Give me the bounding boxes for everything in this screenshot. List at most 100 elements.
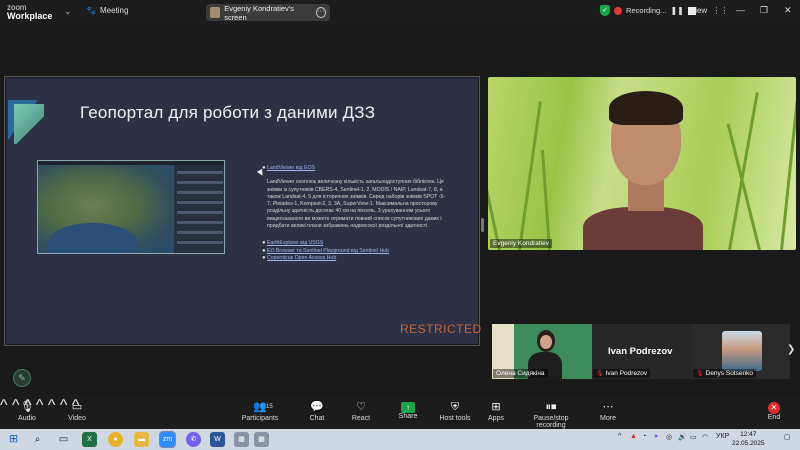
react-options-icon[interactable]: ^ [48, 397, 56, 414]
apps-button[interactable]: ⊞ Apps [482, 400, 510, 422]
close-icon[interactable]: ✕ [784, 5, 792, 16]
participant-strip: Олена Сидякіна Ivan Podrezov 🎙 Ivan Podre… [492, 324, 794, 379]
shield-icon[interactable]: ✓ [600, 5, 610, 16]
panel-row [177, 201, 223, 204]
tray-app-icon[interactable]: ◔ [642, 433, 646, 440]
share-button[interactable]: ↑ Share [393, 400, 423, 420]
chat-icon: 💬 [310, 401, 324, 413]
tray-viber-icon[interactable]: ● [654, 433, 658, 440]
video-tile-olena[interactable]: Олена Сидякіна [492, 324, 592, 379]
video-label: Video [68, 415, 86, 422]
chevron-right-icon[interactable]: ❯ [787, 344, 795, 355]
system-clock[interactable]: 12:47 22.05.2025 [732, 431, 765, 448]
bullet-icon: ● [262, 247, 266, 254]
link-landviewer[interactable]: LandViewer від EOS [267, 165, 447, 172]
video-button[interactable]: ▭ Video [62, 400, 92, 422]
minimize-icon[interactable]: — [736, 5, 745, 15]
recording-indicator[interactable]: ✓ Recording... ❚❚ [600, 5, 696, 16]
pause-icon[interactable]: ❚❚ [670, 6, 683, 15]
volume-icon[interactable]: 🔊 [678, 433, 687, 441]
grass-blade [518, 101, 542, 250]
video-tile-ivan[interactable]: Ivan Podrezov 🎙 Ivan Podrezov [592, 324, 692, 379]
slide-title: Геопортал для роботи з даними ДЗЗ [80, 103, 376, 122]
landviewer-screenshot [37, 160, 225, 254]
ivan-title: Ivan Podrezov [608, 346, 673, 357]
language-indicator[interactable]: УКР [716, 433, 729, 440]
slide-bullets: ● LandViewer від EOS LandViewer охоплює … [262, 165, 447, 262]
link-earthexplorer[interactable]: EarthExplorer від USGS [267, 240, 447, 247]
more-label: More [600, 415, 616, 422]
excel-icon[interactable]: X [82, 432, 97, 447]
app-icon[interactable]: ▦ [234, 432, 249, 447]
split-resize-handle[interactable] [481, 218, 484, 232]
search-icon[interactable]: ⌕ [30, 432, 45, 447]
audio-button[interactable]: 🎙 Audio [12, 400, 42, 422]
video-tile-denys[interactable]: 🎙 Denys Sotsenko [692, 324, 790, 379]
more-button[interactable]: ⋯ More [594, 400, 622, 422]
slide-decoration-green [14, 104, 44, 144]
chevron-down-icon[interactable]: ⌄ [64, 6, 72, 17]
participants-button[interactable]: 👥 Participants [238, 400, 282, 422]
link-copernicus[interactable]: Copernicus Open Access Hub [267, 255, 447, 262]
clock-time: 12:47 [740, 431, 757, 438]
pause-stop-recording-button[interactable]: ⏸⏹ Pause/stop recording [518, 400, 584, 429]
screen-share-indicator[interactable]: Evgeniy Kondratiev's screen ··· [206, 4, 330, 22]
microphone-icon: 🎙 [20, 401, 34, 413]
wifi-icon[interactable]: ◠ [702, 433, 708, 441]
file-explorer-icon[interactable]: ▬ [134, 432, 149, 447]
view-button[interactable]: View ⋮⋮ [690, 6, 728, 15]
ivan-name-label: 🎙 Ivan Podrezov [593, 369, 651, 378]
panel-row [177, 171, 223, 174]
zoom-app-icon[interactable]: zm [159, 431, 176, 448]
share-label: Share [398, 413, 418, 420]
link-eo-browser[interactable]: EO Browser та Sentinel Playground від Se… [267, 248, 447, 255]
chat-button[interactable]: 💬 Chat [302, 400, 332, 422]
tray-app-icon[interactable]: ◎ [666, 433, 672, 441]
screenshot-panel [174, 165, 224, 253]
shield-icon: ⛨ [450, 401, 460, 413]
clock-date: 22.05.2025 [732, 439, 765, 447]
shirt [583, 207, 703, 250]
satellite-map [38, 165, 174, 253]
map-sea [48, 223, 138, 253]
end-label: End [767, 414, 781, 421]
bullet-icon: ● [262, 254, 266, 261]
windows-start-icon[interactable]: ⊞ [6, 432, 21, 447]
denys-name-label: 🎙 Denys Sotsenko [693, 369, 756, 378]
face [540, 335, 552, 349]
olena-name: Олена Сидякіна [493, 369, 548, 378]
landviewer-description: LandViewer охоплює величезну кількість з… [267, 179, 446, 230]
word-icon[interactable]: W [210, 432, 225, 447]
more-icon: ⋯ [602, 401, 614, 413]
main-video-name: Evgeniy Kondratiev [490, 239, 553, 248]
end-button[interactable]: ✕ End [760, 400, 788, 421]
panel-row [177, 191, 223, 194]
audio-options-icon[interactable]: ^ [0, 397, 8, 414]
audio-label: Audio [18, 415, 36, 422]
panel-row [177, 241, 223, 244]
react-button[interactable]: ♡ React [346, 400, 376, 422]
meeting-menu[interactable]: 🐾 Meeting [86, 6, 128, 15]
chat-label: Chat [309, 415, 325, 422]
chrome-icon[interactable]: ● [108, 432, 123, 447]
more-options-icon[interactable]: ··· [315, 7, 326, 18]
meeting-label: Meeting [99, 6, 129, 15]
logo-line-2: Workplace [7, 11, 53, 21]
restore-icon[interactable]: ❐ [760, 5, 768, 16]
mic-muted-icon: 🎙 [596, 371, 604, 377]
pause-stop-label: Pause/stop recording [533, 415, 569, 429]
grass-blade [780, 100, 796, 250]
tray-expand-icon[interactable]: ^ [618, 433, 621, 440]
app-icon[interactable]: ▦ [254, 432, 269, 447]
viber-icon[interactable]: ✆ [186, 432, 201, 447]
tray-app-icon[interactable]: ▲ [630, 433, 637, 440]
title-bar: zoom Workplace ⌄ 🐾 Meeting Evgeniy Kondr… [0, 0, 800, 24]
host-tools-button[interactable]: ⛨ Host tools [436, 400, 474, 422]
annotate-pen-icon[interactable]: ✎ [13, 369, 31, 387]
battery-icon[interactable]: ▭ [690, 433, 697, 441]
participant-video [583, 89, 703, 250]
react-label: React [351, 415, 371, 422]
notifications-icon[interactable]: ▢ [784, 433, 791, 441]
video-tile-main[interactable]: Evgeniy Kondratiev [488, 77, 796, 250]
task-view-icon[interactable]: ▭ [56, 432, 71, 447]
